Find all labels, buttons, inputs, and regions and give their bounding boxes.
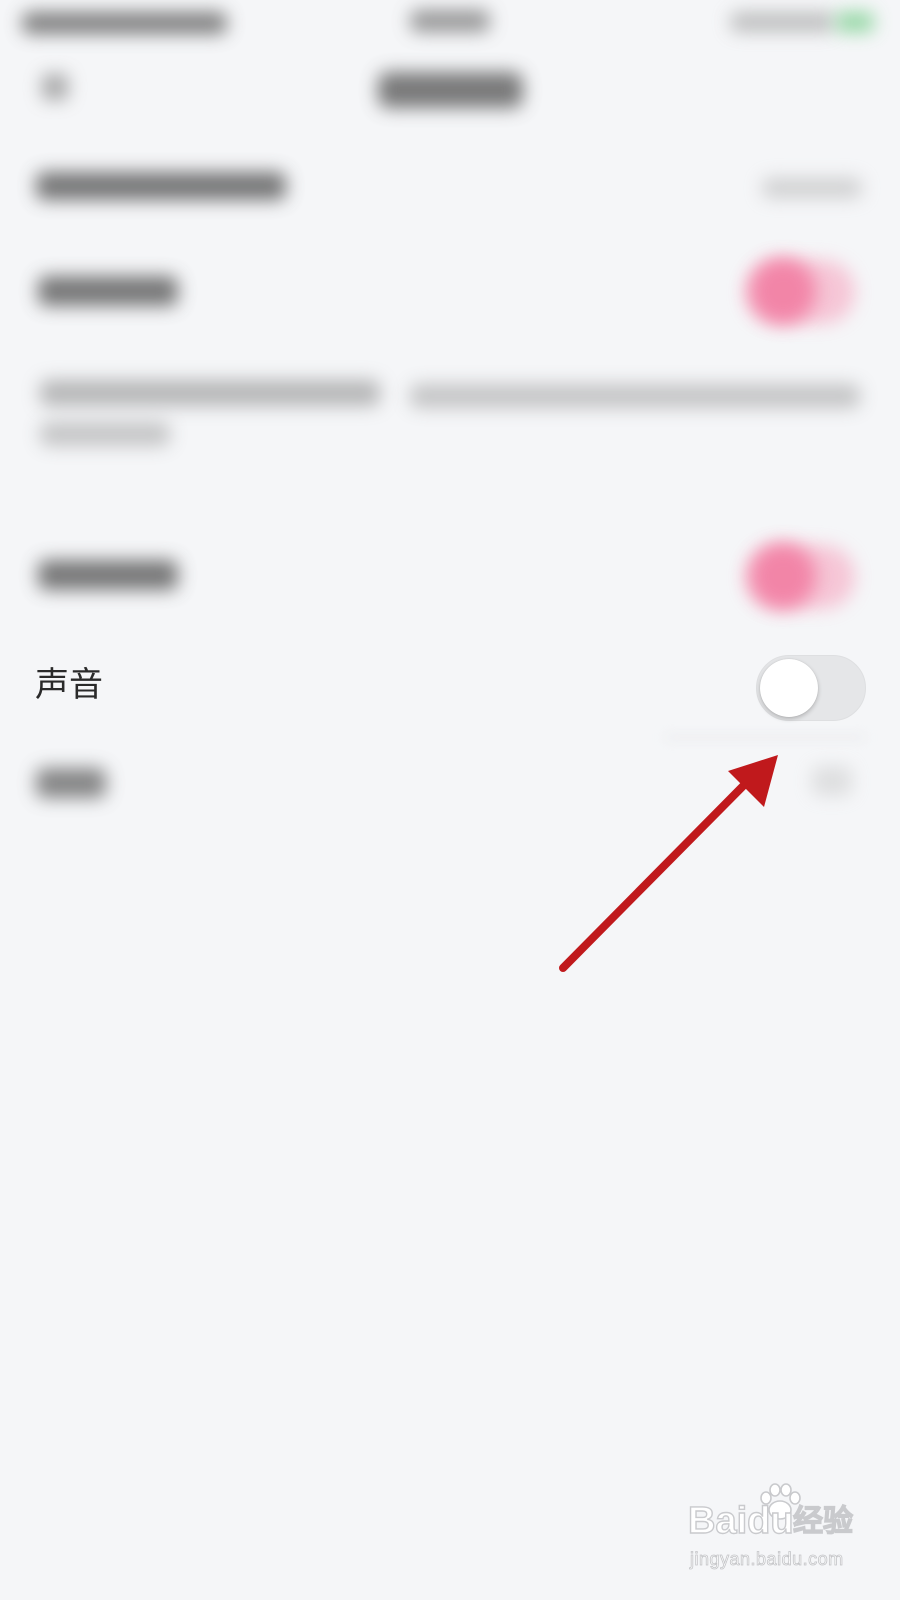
watermark-product: 经验 (792, 1503, 853, 1539)
page-title-blurred (378, 72, 523, 108)
status-bar-time-blurred (410, 10, 490, 32)
sound-label: 声音 (35, 665, 103, 705)
status-bar-carrier-blurred (22, 12, 227, 34)
section-value-blurred (762, 178, 862, 198)
back-arrow-icon[interactable] (42, 74, 68, 100)
setting-item-sound: 声音 (0, 625, 900, 750)
sound-toggle-knob (760, 659, 818, 717)
setting-item-4-label-blurred (36, 768, 106, 798)
sound-toggle[interactable] (756, 655, 866, 721)
setting-item-1-label-blurred (38, 276, 178, 306)
watermark: Baidu 经验 jingyan.baidu.com (687, 1483, 878, 1582)
status-bar (0, 0, 900, 48)
watermark-brand: Baidu (687, 1499, 794, 1542)
setting-description-line-blurred (40, 380, 380, 406)
setting-item-2-toggle-knob (750, 543, 816, 609)
status-bar-indicators-blurred (730, 12, 835, 32)
setting-item-2-label-blurred (38, 560, 178, 590)
setting-description-line-blurred (410, 384, 860, 408)
red-arrow-icon (559, 755, 778, 972)
divider (665, 736, 865, 739)
setting-description-line-blurred (40, 422, 170, 446)
watermark-url: jingyan.baidu.com (690, 1549, 844, 1570)
chevron-right-icon (812, 766, 852, 796)
section-title-blurred (36, 172, 286, 200)
setting-item-1-toggle-knob (750, 258, 816, 324)
battery-icon (836, 12, 874, 32)
